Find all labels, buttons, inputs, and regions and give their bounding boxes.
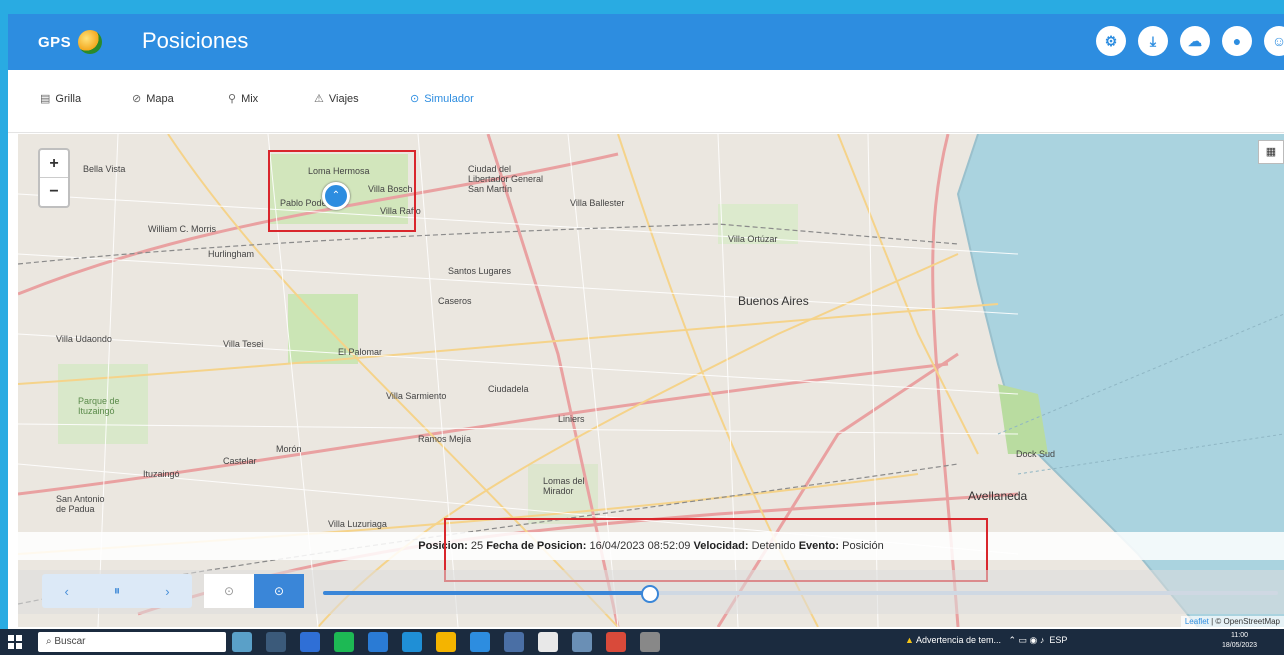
step-button-group: ‹ ⏸ › bbox=[42, 574, 192, 608]
view-tabs: ▤ Grilla ⊘ Mapa ⚲ Mix ⚠ Viajes ⊙ Simulad… bbox=[8, 70, 1284, 133]
place-label: Caseros bbox=[438, 296, 472, 306]
play-button[interactable]: ⊙ bbox=[254, 574, 304, 608]
place-label: Liniers bbox=[558, 414, 585, 424]
place-label: Ciudad del Libertador General San Martín bbox=[468, 164, 544, 194]
gps-logo: GPS bbox=[38, 28, 118, 56]
zoom-out-button[interactable]: − bbox=[40, 178, 68, 205]
place-label: Avellaneda bbox=[968, 489, 1028, 503]
app-icon[interactable] bbox=[300, 632, 320, 652]
place-label: Castelar bbox=[223, 456, 257, 466]
location-marker-icon[interactable]: ⌃ bbox=[322, 182, 350, 210]
place-label: Ramos Mejía bbox=[418, 434, 472, 444]
language-indicator[interactable]: ESP bbox=[1049, 635, 1067, 645]
place-label: William C. Morris bbox=[148, 224, 216, 234]
tab-label: Grilla bbox=[55, 92, 82, 105]
chrome-icon[interactable] bbox=[436, 632, 456, 652]
layers-icon[interactable]: ▦ bbox=[1258, 140, 1284, 164]
app-icon[interactable] bbox=[232, 632, 252, 652]
place-label: Villa Ortúzar bbox=[728, 234, 778, 244]
tab-viajes[interactable]: ⚠ Viajes bbox=[314, 92, 359, 106]
logo-globe-icon bbox=[78, 30, 102, 54]
place-label: Villa Tesei bbox=[223, 339, 264, 349]
tab-simulador[interactable]: ⊙ Simulador bbox=[410, 92, 474, 106]
warning-icon: ▲ bbox=[905, 635, 914, 645]
place-label: Morón bbox=[276, 444, 302, 454]
user-icon[interactable]: ☺ bbox=[1264, 26, 1284, 56]
place-label: Villa Udaondo bbox=[56, 334, 112, 344]
map-attribution: Leaflet | © OpenStreetMap bbox=[1180, 616, 1284, 627]
cloud-icon[interactable]: ☁ bbox=[1180, 26, 1210, 56]
app-icon[interactable] bbox=[470, 632, 490, 652]
route-icon: ⚠ bbox=[314, 93, 324, 105]
tab-label: Mix bbox=[241, 92, 259, 105]
grid-icon: ▤ bbox=[40, 93, 51, 105]
place-label: Villa Ballester bbox=[570, 198, 625, 208]
taskbar-search[interactable]: ⌕ Buscar bbox=[38, 632, 226, 652]
app-icon[interactable] bbox=[572, 632, 592, 652]
app-icon[interactable] bbox=[334, 632, 354, 652]
progress-slider[interactable] bbox=[323, 585, 1278, 603]
globe-icon[interactable]: ● bbox=[1222, 26, 1252, 56]
mix-icon: ⚲ bbox=[228, 93, 237, 105]
stop-button[interactable]: ⊙ bbox=[204, 574, 254, 608]
osm-attribution[interactable]: © OpenStreetMap bbox=[1215, 617, 1280, 626]
windows-taskbar: ⌕ Buscar ▲ Advertencia de tem... ⌃ ▭ ◉ ♪… bbox=[0, 629, 1284, 655]
place-label: Bella Vista bbox=[83, 164, 126, 174]
place-label: Ciudadela bbox=[488, 384, 529, 394]
place-label: Lomas del Mirador bbox=[543, 476, 585, 496]
search-placeholder: Buscar bbox=[54, 636, 86, 647]
app-icon[interactable] bbox=[504, 632, 524, 652]
play-icon: ⊙ bbox=[410, 93, 420, 105]
app-window: GPS Posiciones ⚙ ⤓ ☁ ● ☺ ▤ Grilla ⊘ Mapa… bbox=[8, 14, 1284, 629]
taskbar-clock[interactable]: 11:00 18/05/2023 bbox=[1222, 631, 1257, 651]
app-icon[interactable] bbox=[368, 632, 388, 652]
edge-icon[interactable] bbox=[402, 632, 422, 652]
tab-label: Viajes bbox=[328, 92, 359, 105]
place-label: Villa Luzuriaga bbox=[328, 519, 387, 529]
warning-text[interactable]: Advertencia de tem... bbox=[916, 635, 1001, 645]
place-label: Buenos Aires bbox=[738, 294, 809, 308]
taskbar-apps bbox=[232, 632, 660, 652]
place-label: San Antonio de Padua bbox=[56, 494, 105, 514]
page-title: Posiciones bbox=[142, 28, 249, 53]
tab-label: Mapa bbox=[146, 92, 174, 105]
tab-mix[interactable]: ⚲ Mix bbox=[228, 92, 259, 106]
progress-fill bbox=[323, 591, 648, 595]
map-icon: ⊘ bbox=[132, 93, 142, 105]
tab-label: Simulador bbox=[424, 92, 474, 105]
settings-icon[interactable]: ⚙ bbox=[1096, 26, 1126, 56]
place-label: Santos Lugares bbox=[448, 266, 512, 276]
app-icon[interactable] bbox=[266, 632, 286, 652]
zoom-in-button[interactable]: + bbox=[40, 150, 68, 178]
windows-start-icon[interactable] bbox=[8, 635, 22, 649]
tab-mapa[interactable]: ⊘ Mapa bbox=[132, 92, 174, 106]
player-controls: ‹ ⏸ › ⊙ ⊙ bbox=[18, 570, 1284, 614]
logo-text: GPS bbox=[38, 34, 72, 51]
system-tray: ▲ Advertencia de tem... ⌃ ▭ ◉ ♪ ESP bbox=[905, 635, 1068, 645]
leaflet-link[interactable]: Leaflet bbox=[1185, 617, 1209, 626]
place-label: El Palomar bbox=[338, 347, 383, 357]
progress-handle[interactable] bbox=[640, 585, 659, 603]
clock-time: 11:00 bbox=[1231, 632, 1249, 639]
app-bar: GPS Posiciones ⚙ ⤓ ☁ ● ☺ bbox=[8, 14, 1284, 70]
download-icon[interactable]: ⤓ bbox=[1138, 26, 1168, 56]
map-view[interactable]: Bella Vista Loma Hermosa Ciudad del Libe… bbox=[18, 134, 1284, 627]
app-icon[interactable] bbox=[538, 632, 558, 652]
app-icon[interactable] bbox=[640, 632, 660, 652]
place-label: Hurlingham bbox=[208, 249, 255, 259]
place-label: Villa Sarmiento bbox=[386, 391, 447, 401]
appbar-actions: ⚙ ⤓ ☁ ● ☺ bbox=[1096, 26, 1284, 56]
place-label: Parque de Ituzaingó bbox=[78, 396, 120, 416]
place-label: Dock Sud bbox=[1016, 449, 1056, 459]
prev-button[interactable]: ‹ bbox=[64, 584, 68, 599]
tab-grilla[interactable]: ▤ Grilla bbox=[40, 92, 82, 106]
app-icon[interactable] bbox=[606, 632, 626, 652]
zoom-control: + − bbox=[38, 148, 70, 208]
next-button[interactable]: › bbox=[165, 584, 169, 599]
clock-date: 18/05/2023 bbox=[1222, 642, 1258, 649]
place-label: Ituzaingó bbox=[143, 469, 180, 479]
pause-button[interactable]: ⏸ bbox=[114, 583, 121, 599]
